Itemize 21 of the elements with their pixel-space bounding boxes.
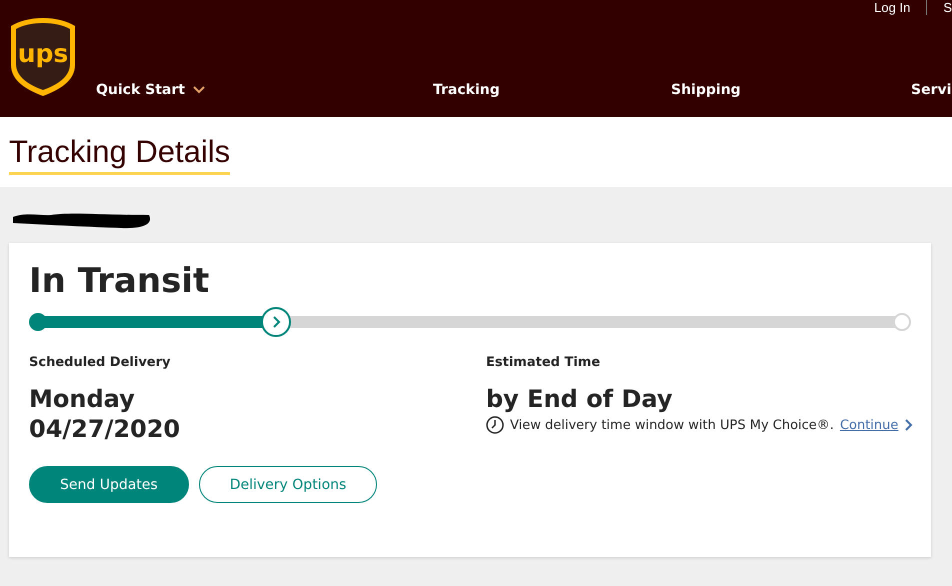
chevron-icon	[904, 419, 914, 431]
info-text: View delivery time window with UPS My Choice®.	[510, 418, 834, 432]
shipment-status: In Transit	[29, 261, 210, 301]
nav-item[interactable]: Quick Start	[96, 80, 433, 100]
delivery-options-button[interactable]: Delivery Options	[198, 466, 378, 503]
top-link[interactable]: S	[926, 0, 952, 14]
continue-link[interactable]: Continue	[840, 418, 898, 432]
top-link[interactable]: Log In	[858, 0, 926, 14]
field-label: Estimated Time	[486, 355, 602, 370]
estimated-time: by End of Day	[486, 384, 674, 414]
nav-item[interactable]: Servi	[911, 80, 952, 100]
ups-logo[interactable]: ups	[9, 17, 77, 97]
page-title: Tracking Details	[9, 134, 230, 175]
field-label: Scheduled Delivery	[29, 355, 172, 370]
send-updates-button[interactable]: Send Updates	[29, 466, 189, 503]
nav-item[interactable]: Shipping	[671, 80, 911, 100]
nav-item[interactable]: Tracking	[433, 80, 671, 100]
end-marker	[893, 313, 911, 331]
delivery-date: Monday 04/27/2020	[29, 384, 182, 444]
caret-icon	[192, 86, 205, 94]
clock-icon	[486, 416, 504, 434]
